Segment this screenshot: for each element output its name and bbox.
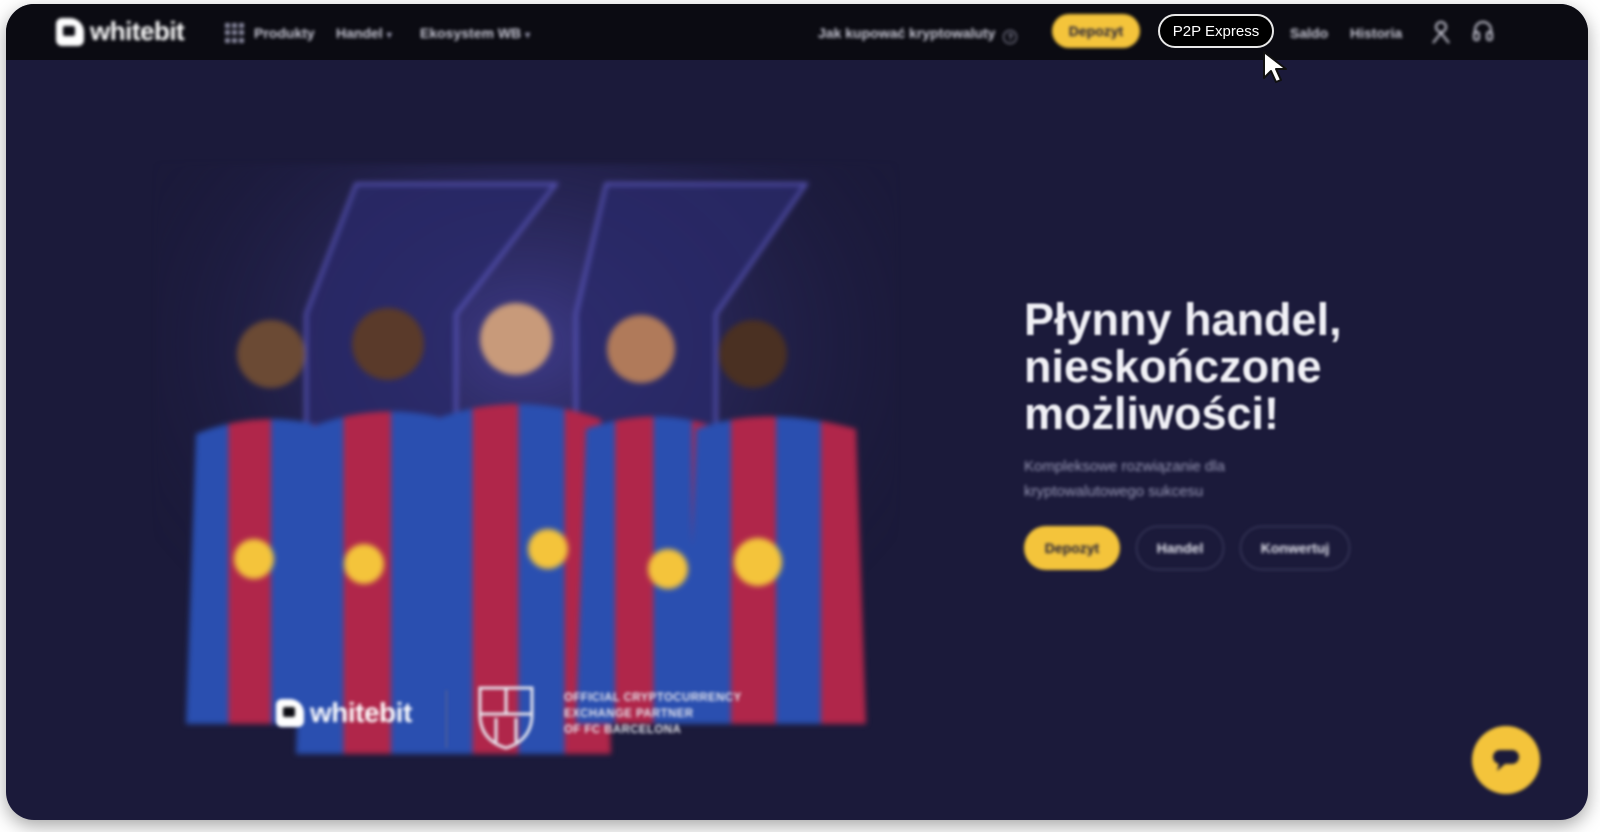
chevron-down-icon: ▾ [525, 30, 531, 41]
hero-title-line-2: nieskończone [1024, 341, 1322, 392]
deposit-button[interactable]: Depozyt [1052, 14, 1140, 48]
partner-divider [446, 690, 447, 748]
browser-window: whitebit Produkty Handel ▾ Ekosystem WB ▾ … [6, 4, 1588, 820]
how-to-buy-link[interactable]: Jak kupować kryptowaluty? [818, 25, 1018, 44]
chevron-down-icon: ▾ [386, 30, 392, 41]
nav-products-label: Produkty [254, 25, 315, 41]
partner-line-1: OFFICIAL CRYPTOCURRENCY [564, 692, 742, 704]
hero-title-line-3: możliwości! [1024, 388, 1280, 439]
fc-barcelona-crest-icon [478, 686, 534, 750]
nav-ecosystem[interactable]: Ekosystem WB ▾ [420, 25, 530, 41]
cursor-icon [1263, 51, 1287, 83]
partner-line-2: EXCHANGE PARTNER [564, 708, 694, 720]
top-nav: whitebit Produkty Handel ▾ Ekosystem WB ▾ … [6, 4, 1588, 60]
chat-icon [1493, 750, 1519, 771]
chat-button[interactable] [1472, 726, 1540, 794]
help-icon: ? [1003, 30, 1018, 44]
hero-deposit-button[interactable]: Depozyt [1024, 526, 1120, 570]
history-link[interactable]: Historia [1350, 25, 1402, 41]
whitebit-logo-icon [56, 17, 84, 46]
partner-logo-text: whitebit [310, 697, 412, 728]
balance-link[interactable]: Saldo [1290, 25, 1328, 41]
hero-convert-button[interactable]: Konwertuj [1240, 526, 1350, 570]
hero-subtitle: Kompleksowe rozwiązanie dla kryptowaluto… [1024, 458, 1225, 500]
hero-players-image [156, 164, 896, 764]
partner-line-3: OF FC BARCELONA [564, 724, 682, 736]
nav-products[interactable]: Produkty [254, 25, 315, 41]
whitebit-logo-icon [276, 699, 304, 727]
user-icon[interactable] [1430, 20, 1452, 44]
hero-trade-button[interactable]: Handel [1136, 526, 1224, 570]
logo-text: whitebit [90, 16, 185, 46]
hero-title-line-1: Płynny handel, [1024, 294, 1342, 345]
partner-whitebit-logo: whitebit [276, 697, 412, 729]
grid-icon[interactable] [225, 23, 245, 43]
nav-trade-label: Handel [336, 25, 383, 41]
partner-text: OFFICIAL CRYPTOCURRENCY EXCHANGE PARTNER… [564, 690, 742, 738]
nav-ecosystem-label: Ekosystem WB [420, 25, 522, 41]
hero-title: Płynny handel, nieskończone możliwości! [1024, 296, 1484, 437]
nav-trade[interactable]: Handel ▾ [336, 25, 392, 41]
headset-icon[interactable] [1472, 20, 1494, 44]
whitebit-logo[interactable]: whitebit [56, 16, 185, 47]
how-to-buy-label: Jak kupować kryptowaluty [818, 25, 996, 41]
p2p-express-button[interactable]: P2P Express [1158, 14, 1274, 48]
